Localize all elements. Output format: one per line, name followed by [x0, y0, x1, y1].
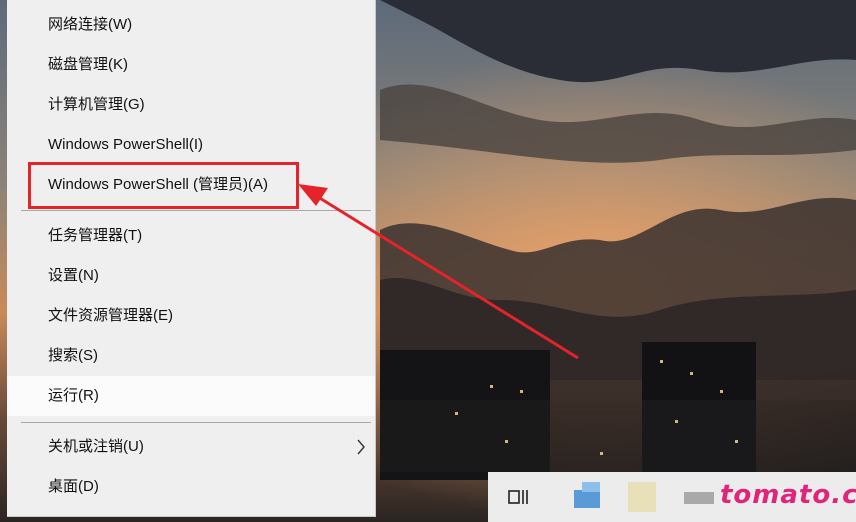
app-icon[interactable] — [684, 492, 714, 504]
menu-item-label: 设置(N) — [48, 267, 99, 284]
menu-item-file-explorer[interactable]: 文件资源管理器(E) — [7, 296, 375, 336]
menu-item-computer-management[interactable]: 计算机管理(G) — [7, 85, 375, 125]
menu-item-shutdown-signout[interactable]: 关机或注销(U) — [7, 427, 375, 467]
menu-item-label: 文件资源管理器(E) — [48, 307, 173, 324]
menu-item-network-connections[interactable]: 网络连接(W) — [7, 5, 375, 45]
menu-item-disk-management[interactable]: 磁盘管理(K) — [7, 45, 375, 85]
menu-item-label: 网络连接(W) — [48, 16, 133, 33]
app-icon[interactable] — [574, 482, 600, 508]
menu-separator — [21, 210, 371, 211]
menu-item-settings[interactable]: 设置(N) — [7, 256, 375, 296]
menu-item-desktop[interactable]: 桌面(D) — [7, 467, 375, 507]
menu-item-label: 运行(R) — [48, 387, 99, 404]
menu-separator — [21, 422, 371, 423]
menu-item-label: 计算机管理(G) — [48, 96, 145, 113]
menu-item-label: 磁盘管理(K) — [48, 56, 128, 73]
menu-item-task-manager[interactable]: 任务管理器(T) — [7, 216, 375, 256]
menu-item-label: 任务管理器(T) — [48, 227, 143, 244]
menu-item-label: 搜索(S) — [48, 347, 98, 364]
watermark: tomato.cm — [720, 480, 856, 510]
chevron-right-icon — [357, 439, 365, 455]
menu-item-label: 关机或注销(U) — [48, 438, 144, 455]
app-icon[interactable] — [628, 482, 656, 512]
menu-item-powershell[interactable]: Windows PowerShell(I) — [7, 125, 375, 165]
task-view-icon[interactable] — [508, 488, 528, 506]
highlight-box — [28, 162, 299, 209]
power-user-menu: 网络连接(W) 磁盘管理(K) 计算机管理(G) Windows PowerSh… — [7, 0, 376, 517]
menu-item-run[interactable]: 运行(R) — [7, 376, 375, 416]
menu-item-label: 桌面(D) — [48, 478, 99, 495]
menu-item-search[interactable]: 搜索(S) — [7, 336, 375, 376]
menu-item-label: Windows PowerShell(I) — [48, 136, 204, 153]
